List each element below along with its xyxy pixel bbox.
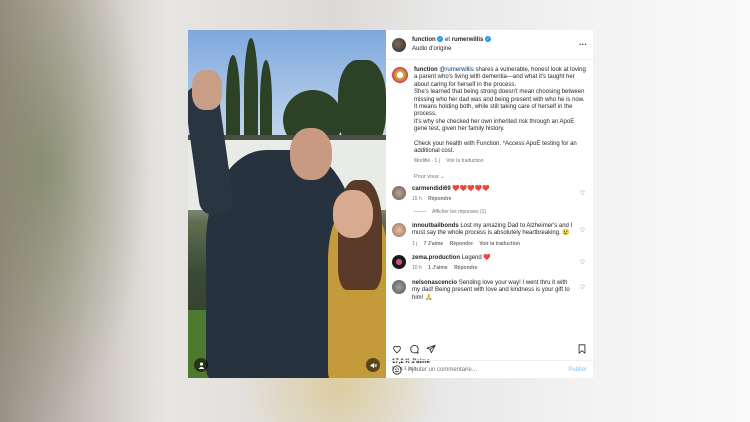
comment-icon[interactable] <box>409 344 419 354</box>
avatar[interactable] <box>392 222 406 237</box>
comment-item: nelsonascencio Sending love your way! I … <box>392 279 587 302</box>
comment-input[interactable]: Ajouter un commentaire… <box>408 367 568 373</box>
emoji-icon[interactable] <box>392 364 402 375</box>
collaborator-name[interactable]: rumerwillis <box>452 37 484 43</box>
account-name[interactable]: function <box>412 37 436 43</box>
avatar[interactable] <box>392 254 406 269</box>
background-blur-left <box>0 0 150 422</box>
avatar[interactable] <box>392 185 406 200</box>
avatar[interactable] <box>392 37 406 52</box>
post-photo[interactable] <box>188 30 386 378</box>
comment-user[interactable]: nelsonascencio <box>412 280 457 286</box>
share-icon[interactable] <box>426 344 436 354</box>
heart-icon[interactable]: ♡ <box>580 284 585 291</box>
avatar[interactable] <box>392 279 406 294</box>
heart-icon[interactable] <box>392 344 402 354</box>
comment-user[interactable]: zema.production <box>412 255 460 261</box>
caption-author[interactable]: function <box>414 67 438 73</box>
edited-label: Modifié · 1 j <box>414 158 440 165</box>
avatar[interactable] <box>392 67 408 83</box>
translate-link[interactable]: Voir la traduction <box>479 241 520 247</box>
comments-scroll[interactable]: function @rumerwillis shares a vulnerabl… <box>386 61 593 341</box>
comment-item: innoutbailbonds Lost my amazing Dad to A… <box>392 222 587 248</box>
translate-link[interactable]: Voir la traduction <box>446 158 483 164</box>
add-comment-bar: Ajouter un commentaire… Publier <box>386 360 593 378</box>
bookmark-icon[interactable] <box>577 344 587 354</box>
post-panel: function ✓ et rumerwillis ✓ Audio d'orig… <box>386 30 593 378</box>
reply-button[interactable]: Répondre <box>450 241 473 247</box>
heart-icon[interactable]: ♡ <box>580 259 585 266</box>
post-button[interactable]: Publier <box>568 367 587 373</box>
more-icon[interactable]: ··· <box>579 40 587 49</box>
user-tag-icon[interactable] <box>194 358 208 372</box>
heart-icon[interactable]: ♡ <box>580 190 585 197</box>
view-replies-link[interactable]: Afficher les réponses (1) <box>414 209 587 215</box>
post-header: function ✓ et rumerwillis ✓ Audio d'orig… <box>386 30 593 60</box>
comment-item: zema.production Legend ❤️ 10 h 1 J'aime … <box>392 254 587 273</box>
verified-icon: ✓ <box>437 35 444 42</box>
audio-label[interactable]: Audio d'origine <box>412 45 579 54</box>
comment-text: ❤️❤️❤️❤️❤️ <box>452 185 490 192</box>
comment-text: Legend ❤️ <box>461 254 491 261</box>
comment-user[interactable]: innoutbailbonds <box>412 223 459 229</box>
heart-icon[interactable]: ♡ <box>580 227 585 234</box>
likes-count[interactable]: 7 J'aime <box>424 241 444 247</box>
verified-icon: ✓ <box>485 35 492 42</box>
sort-dropdown[interactable]: Pour vous ⌄ <box>414 174 587 180</box>
likes-count[interactable]: 1 J'aime <box>428 265 448 271</box>
comment-item: carmendidi69 ❤️❤️❤️❤️❤️ 15 h Répondre ♡ <box>392 185 587 204</box>
reply-button[interactable]: Répondre <box>454 265 477 271</box>
reply-button[interactable]: Répondre <box>428 196 451 202</box>
caption: function @rumerwillis shares a vulnerabl… <box>392 67 587 166</box>
comment-user[interactable]: carmendidi69 <box>412 186 451 192</box>
mention-link[interactable]: @rumerwillis <box>439 67 473 73</box>
chevron-down-icon: ⌄ <box>440 173 445 180</box>
mute-icon[interactable] <box>366 358 380 372</box>
